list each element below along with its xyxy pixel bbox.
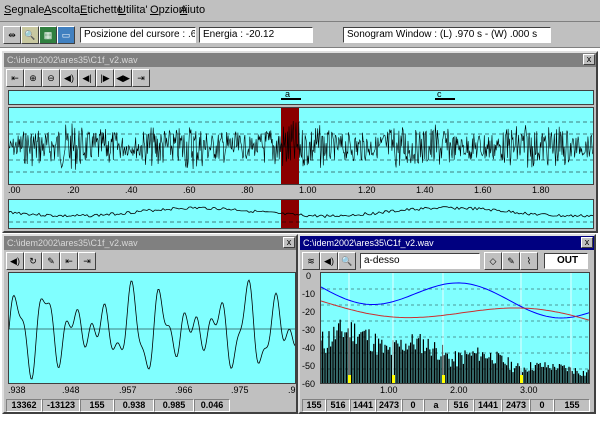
zoom-out-icon[interactable]: ⊖ [42, 69, 60, 87]
monitor-icon[interactable]: ▭ [57, 26, 75, 44]
time-tick: .948 [62, 385, 80, 395]
time-tick: .80 [241, 185, 254, 195]
pencil-icon[interactable]: ✎ [42, 252, 60, 270]
zoom-window: C:\idem2002\ares35\C1f_v2.wav x ◀) ↻ ✎ ⇤… [2, 234, 298, 414]
spectrum-plot[interactable] [320, 272, 590, 384]
zoom-icon[interactable]: 🔍 [21, 26, 39, 44]
close-icon[interactable]: x [283, 237, 295, 248]
time-tick: .40 [125, 185, 138, 195]
diamond-icon[interactable]: ◇ [484, 252, 502, 270]
time-tick: .966 [175, 385, 193, 395]
out-field: OUT [544, 253, 588, 269]
status-cell: 516 [448, 399, 474, 412]
time-tick: .60 [183, 185, 196, 195]
zoom-waveform-trace [9, 279, 295, 380]
freq-tick: 3.00 [520, 385, 538, 395]
waveform-trace [9, 108, 593, 184]
status-cell: 1441 [474, 399, 502, 412]
pencil-icon[interactable]: ✎ [502, 252, 520, 270]
energy-field: Energia : -20.12 [199, 27, 313, 43]
time-tick: .20 [67, 185, 80, 195]
time-tick: .957 [119, 385, 137, 395]
db-tick: -60 [302, 379, 316, 389]
status-cell: 516 [326, 399, 350, 412]
label-track[interactable]: a c [8, 90, 594, 105]
frequency-axis: 1.00 2.00 3.00 [320, 385, 590, 397]
time-tick: 1.60 [474, 185, 492, 195]
play-right-icon[interactable]: |▶ [96, 69, 114, 87]
play-selection-icon[interactable]: ◀) [60, 69, 78, 87]
window-title: C:\idem2002\ares35\C1f_v2.wav [300, 236, 594, 250]
time-tick: .938 [8, 385, 26, 395]
db-tick: -10 [302, 289, 316, 299]
label-input[interactable]: a-desso [360, 253, 480, 269]
db-tick: -30 [302, 325, 316, 335]
status-min: -13123 [42, 399, 80, 412]
spectrum-trace [321, 273, 589, 383]
split-arrows-icon[interactable]: ⇹ [3, 26, 21, 44]
cursor-position-field: Posizione del cursore : .695 s [80, 27, 196, 43]
scroll-left-icon[interactable]: ⇤ [6, 69, 24, 87]
spectrogram-icon[interactable]: ▦ [39, 26, 57, 44]
waveform-plot[interactable] [8, 107, 594, 185]
db-tick: 0 [306, 271, 312, 281]
db-tick: -50 [302, 361, 316, 371]
time-tick: 1.40 [416, 185, 434, 195]
db-tick: -20 [302, 307, 316, 317]
brush-icon[interactable]: ⌇ [520, 252, 538, 270]
time-axis: .00 .20 .40 .60 .80 1.00 1.20 1.40 1.60 … [8, 185, 594, 197]
freq-tick: 1.00 [380, 385, 398, 395]
close-icon[interactable]: x [583, 54, 595, 65]
status-duration: 0.046 [194, 399, 230, 412]
scroll-right-icon[interactable]: ⇥ [132, 69, 150, 87]
energy-trace [9, 200, 593, 228]
menu-aiuto[interactable]: Aiuto [180, 4, 205, 16]
status-value: 155 [80, 399, 114, 412]
time-tick: .00 [8, 185, 21, 195]
zoom-icon[interactable]: 🔍 [338, 252, 356, 270]
energy-plot[interactable] [8, 199, 594, 229]
status-max: 13362 [6, 399, 42, 412]
time-tick: 1.80 [532, 185, 550, 195]
zoom-waveform-plot[interactable] [8, 272, 296, 384]
status-cell: 155 [302, 399, 326, 412]
play-loop-icon[interactable]: ↻ [24, 252, 42, 270]
sonogram-window-field: Sonogram Window : (L) .970 s - (W) .000 … [343, 27, 551, 43]
scroll-left-icon[interactable]: ⇤ [60, 252, 78, 270]
play-icon[interactable]: ◀) [6, 252, 24, 270]
status-end: 0.985 [154, 399, 194, 412]
db-tick: -40 [302, 343, 316, 353]
time-tick: .975 [231, 385, 249, 395]
menu-utilita[interactable]: Utilita' [118, 4, 148, 16]
status-cell: 2473 [502, 399, 530, 412]
window-title: C:\idem2002\ares35\C1f_v2.wav [4, 53, 596, 67]
menu-bar: Segnale Ascolta Etichette Utilita' Opzio… [0, 0, 600, 22]
scroll-right-icon[interactable]: ⇥ [78, 252, 96, 270]
time-tick: 1.00 [299, 185, 317, 195]
close-icon[interactable]: x [581, 237, 593, 248]
status-cell: 0 [402, 399, 424, 412]
menu-ascolta[interactable]: Ascolta [44, 4, 80, 16]
freq-tick: 2.00 [450, 385, 468, 395]
time-tick: .9 [288, 385, 296, 395]
play-icon[interactable]: ◀) [320, 252, 338, 270]
status-cell: 2473 [376, 399, 402, 412]
status-cell: 155 [554, 399, 590, 412]
status-cell: 1441 [350, 399, 376, 412]
spectrum-window: C:\idem2002\ares35\C1f_v2.wav x ≋ ◀) 🔍 a… [298, 234, 596, 414]
spectrum-settings-icon[interactable]: ≋ [302, 252, 320, 270]
menu-segnale[interactable]: Segnale [4, 4, 44, 16]
play-left-icon[interactable]: ◀| [78, 69, 96, 87]
menu-etichette[interactable]: Etichette [80, 4, 123, 16]
time-tick: 1.20 [358, 185, 376, 195]
window-title: C:\idem2002\ares35\C1f_v2.wav [4, 236, 296, 250]
toolbar: ⇹ 🔍 ▦ ▭ Posizione del cursore : .695 s E… [0, 22, 600, 48]
zoom-in-icon[interactable]: ⊕ [24, 69, 42, 87]
zoom-time-axis: .938 .948 .957 .966 .975 .9 [8, 385, 296, 397]
waveform-window: C:\idem2002\ares35\C1f_v2.wav x ⇤ ⊕ ⊖ ◀)… [2, 51, 598, 233]
status-cell: a [424, 399, 448, 412]
status-start: 0.938 [114, 399, 154, 412]
status-cell: 0 [530, 399, 554, 412]
play-all-icon[interactable]: ◀▶ [114, 69, 132, 87]
